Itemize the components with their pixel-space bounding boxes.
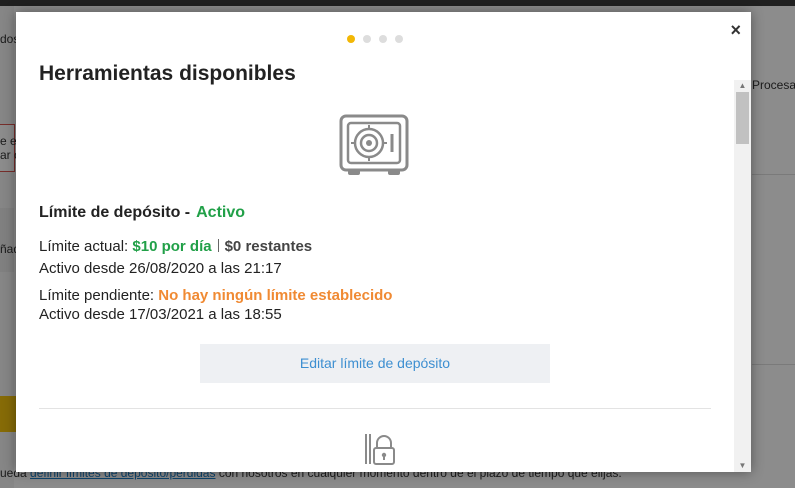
bg-right-label: Procesad bbox=[752, 78, 795, 92]
section-divider bbox=[39, 408, 711, 409]
tools-modal: × Herramientas disponibles Límite de dep… bbox=[16, 12, 751, 472]
deposit-limit-heading: Límite de depósito - Activo bbox=[39, 204, 245, 222]
deposit-limit-label: Límite de depósito - bbox=[39, 204, 191, 221]
lock-icon bbox=[365, 434, 395, 465]
remaining-value: $0 restantes bbox=[224, 238, 313, 255]
bg-yellow-button bbox=[0, 396, 16, 432]
pending-limit-row: Límite pendiente: No hay ningún límite e… bbox=[39, 287, 392, 304]
separator bbox=[217, 239, 219, 252]
top-bar bbox=[0, 0, 795, 6]
scroll-up-arrow-icon[interactable]: ▲ bbox=[734, 80, 751, 92]
current-limit-row: Límite actual: $10 por día $0 restantes bbox=[39, 238, 312, 255]
bg-divider bbox=[752, 174, 795, 175]
safe-icon bbox=[339, 114, 409, 175]
bg-band bbox=[0, 208, 14, 272]
deposit-limit-status: Activo bbox=[196, 204, 246, 221]
close-button[interactable]: × bbox=[730, 21, 741, 39]
modal-scrollbar[interactable]: ▲ ▼ bbox=[734, 80, 751, 472]
edit-deposit-limit-button[interactable]: Editar límite de depósito bbox=[200, 344, 550, 383]
bg-divider bbox=[752, 364, 795, 365]
modal-content: Herramientas disponibles Límite de depós… bbox=[39, 12, 711, 472]
current-limit-value: $10 por día bbox=[132, 238, 212, 255]
current-limit-label: Límite actual: bbox=[39, 238, 129, 255]
modal-title: Herramientas disponibles bbox=[39, 62, 296, 85]
pending-limit-value: No hay ningún límite establecido bbox=[158, 287, 393, 304]
scroll-down-arrow-icon[interactable]: ▼ bbox=[734, 460, 751, 472]
pending-limit-label: Límite pendiente: bbox=[39, 287, 155, 304]
scroll-thumb[interactable] bbox=[736, 92, 749, 144]
current-since: Activo desde 26/08/2020 a las 21:17 bbox=[39, 260, 282, 277]
pending-since: Activo desde 17/03/2021 a las 18:55 bbox=[39, 306, 282, 323]
